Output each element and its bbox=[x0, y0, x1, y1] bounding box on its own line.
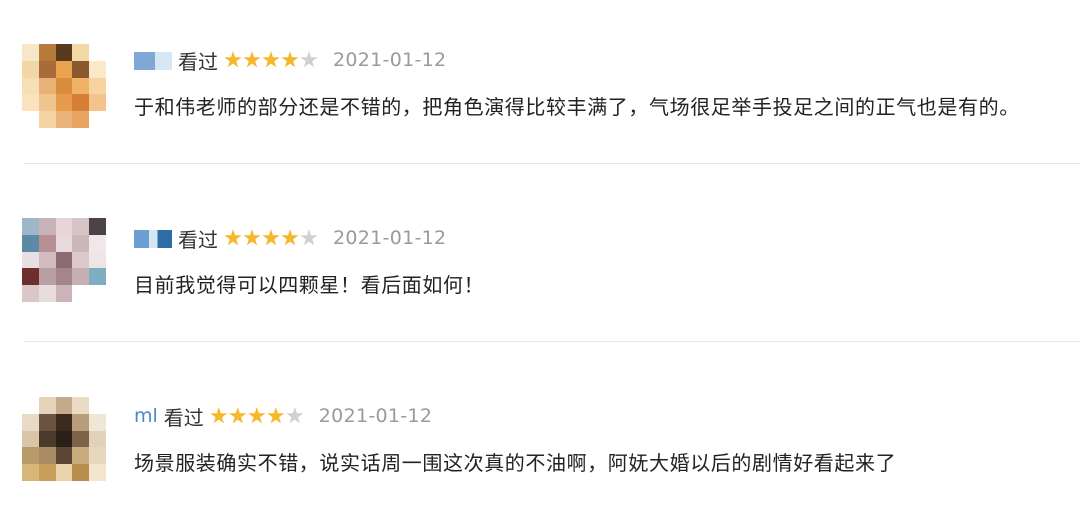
star-icon bbox=[210, 407, 228, 424]
review-meta: 看过 2021-01-12 bbox=[134, 223, 446, 253]
divider bbox=[24, 163, 1080, 164]
review-date: 2021-01-12 bbox=[318, 405, 433, 427]
star-icon bbox=[300, 51, 318, 68]
review-meta: 看过 2021-01-12 bbox=[134, 45, 446, 75]
watch-status: 看过 bbox=[178, 49, 218, 74]
star-icon bbox=[243, 229, 261, 246]
rating-stars bbox=[210, 407, 305, 425]
username[interactable] bbox=[134, 228, 172, 248]
star-icon bbox=[243, 51, 261, 68]
star-icon bbox=[286, 407, 304, 424]
username[interactable]: ml bbox=[134, 406, 158, 426]
star-icon bbox=[229, 407, 247, 424]
star-icon bbox=[224, 51, 242, 68]
review-date: 2021-01-12 bbox=[333, 227, 447, 249]
watch-status: 看过 bbox=[163, 405, 204, 430]
username-redacted bbox=[134, 229, 172, 248]
username[interactable] bbox=[134, 50, 172, 70]
rating-stars bbox=[224, 51, 319, 69]
review-content: 目前我觉得可以四颗星！看后面如何！ bbox=[134, 273, 485, 297]
star-icon bbox=[262, 51, 280, 68]
star-icon bbox=[300, 229, 318, 246]
user-avatar[interactable] bbox=[22, 397, 106, 481]
divider bbox=[24, 341, 1080, 342]
star-icon bbox=[224, 229, 242, 246]
review-content: 于和伟老师的部分还是不错的，把角色演得比较丰满了，气场很足举手投足之间的正气也是… bbox=[134, 95, 1020, 119]
user-avatar[interactable] bbox=[22, 218, 106, 302]
review-content: 场景服装确实不错，说实话周一围这次真的不油啊，阿妩大婚以后的剧情好看起来了 bbox=[134, 451, 897, 475]
review-meta: ml 看过 2021-01-12 bbox=[134, 401, 432, 431]
review-date: 2021-01-12 bbox=[333, 49, 447, 71]
star-icon bbox=[267, 407, 285, 424]
rating-stars bbox=[224, 229, 319, 247]
user-avatar[interactable] bbox=[22, 44, 106, 128]
username-redacted bbox=[134, 51, 172, 70]
star-icon bbox=[248, 407, 266, 424]
star-icon bbox=[281, 229, 299, 246]
watch-status: 看过 bbox=[178, 227, 218, 252]
star-icon bbox=[281, 51, 299, 68]
star-icon bbox=[262, 229, 280, 246]
